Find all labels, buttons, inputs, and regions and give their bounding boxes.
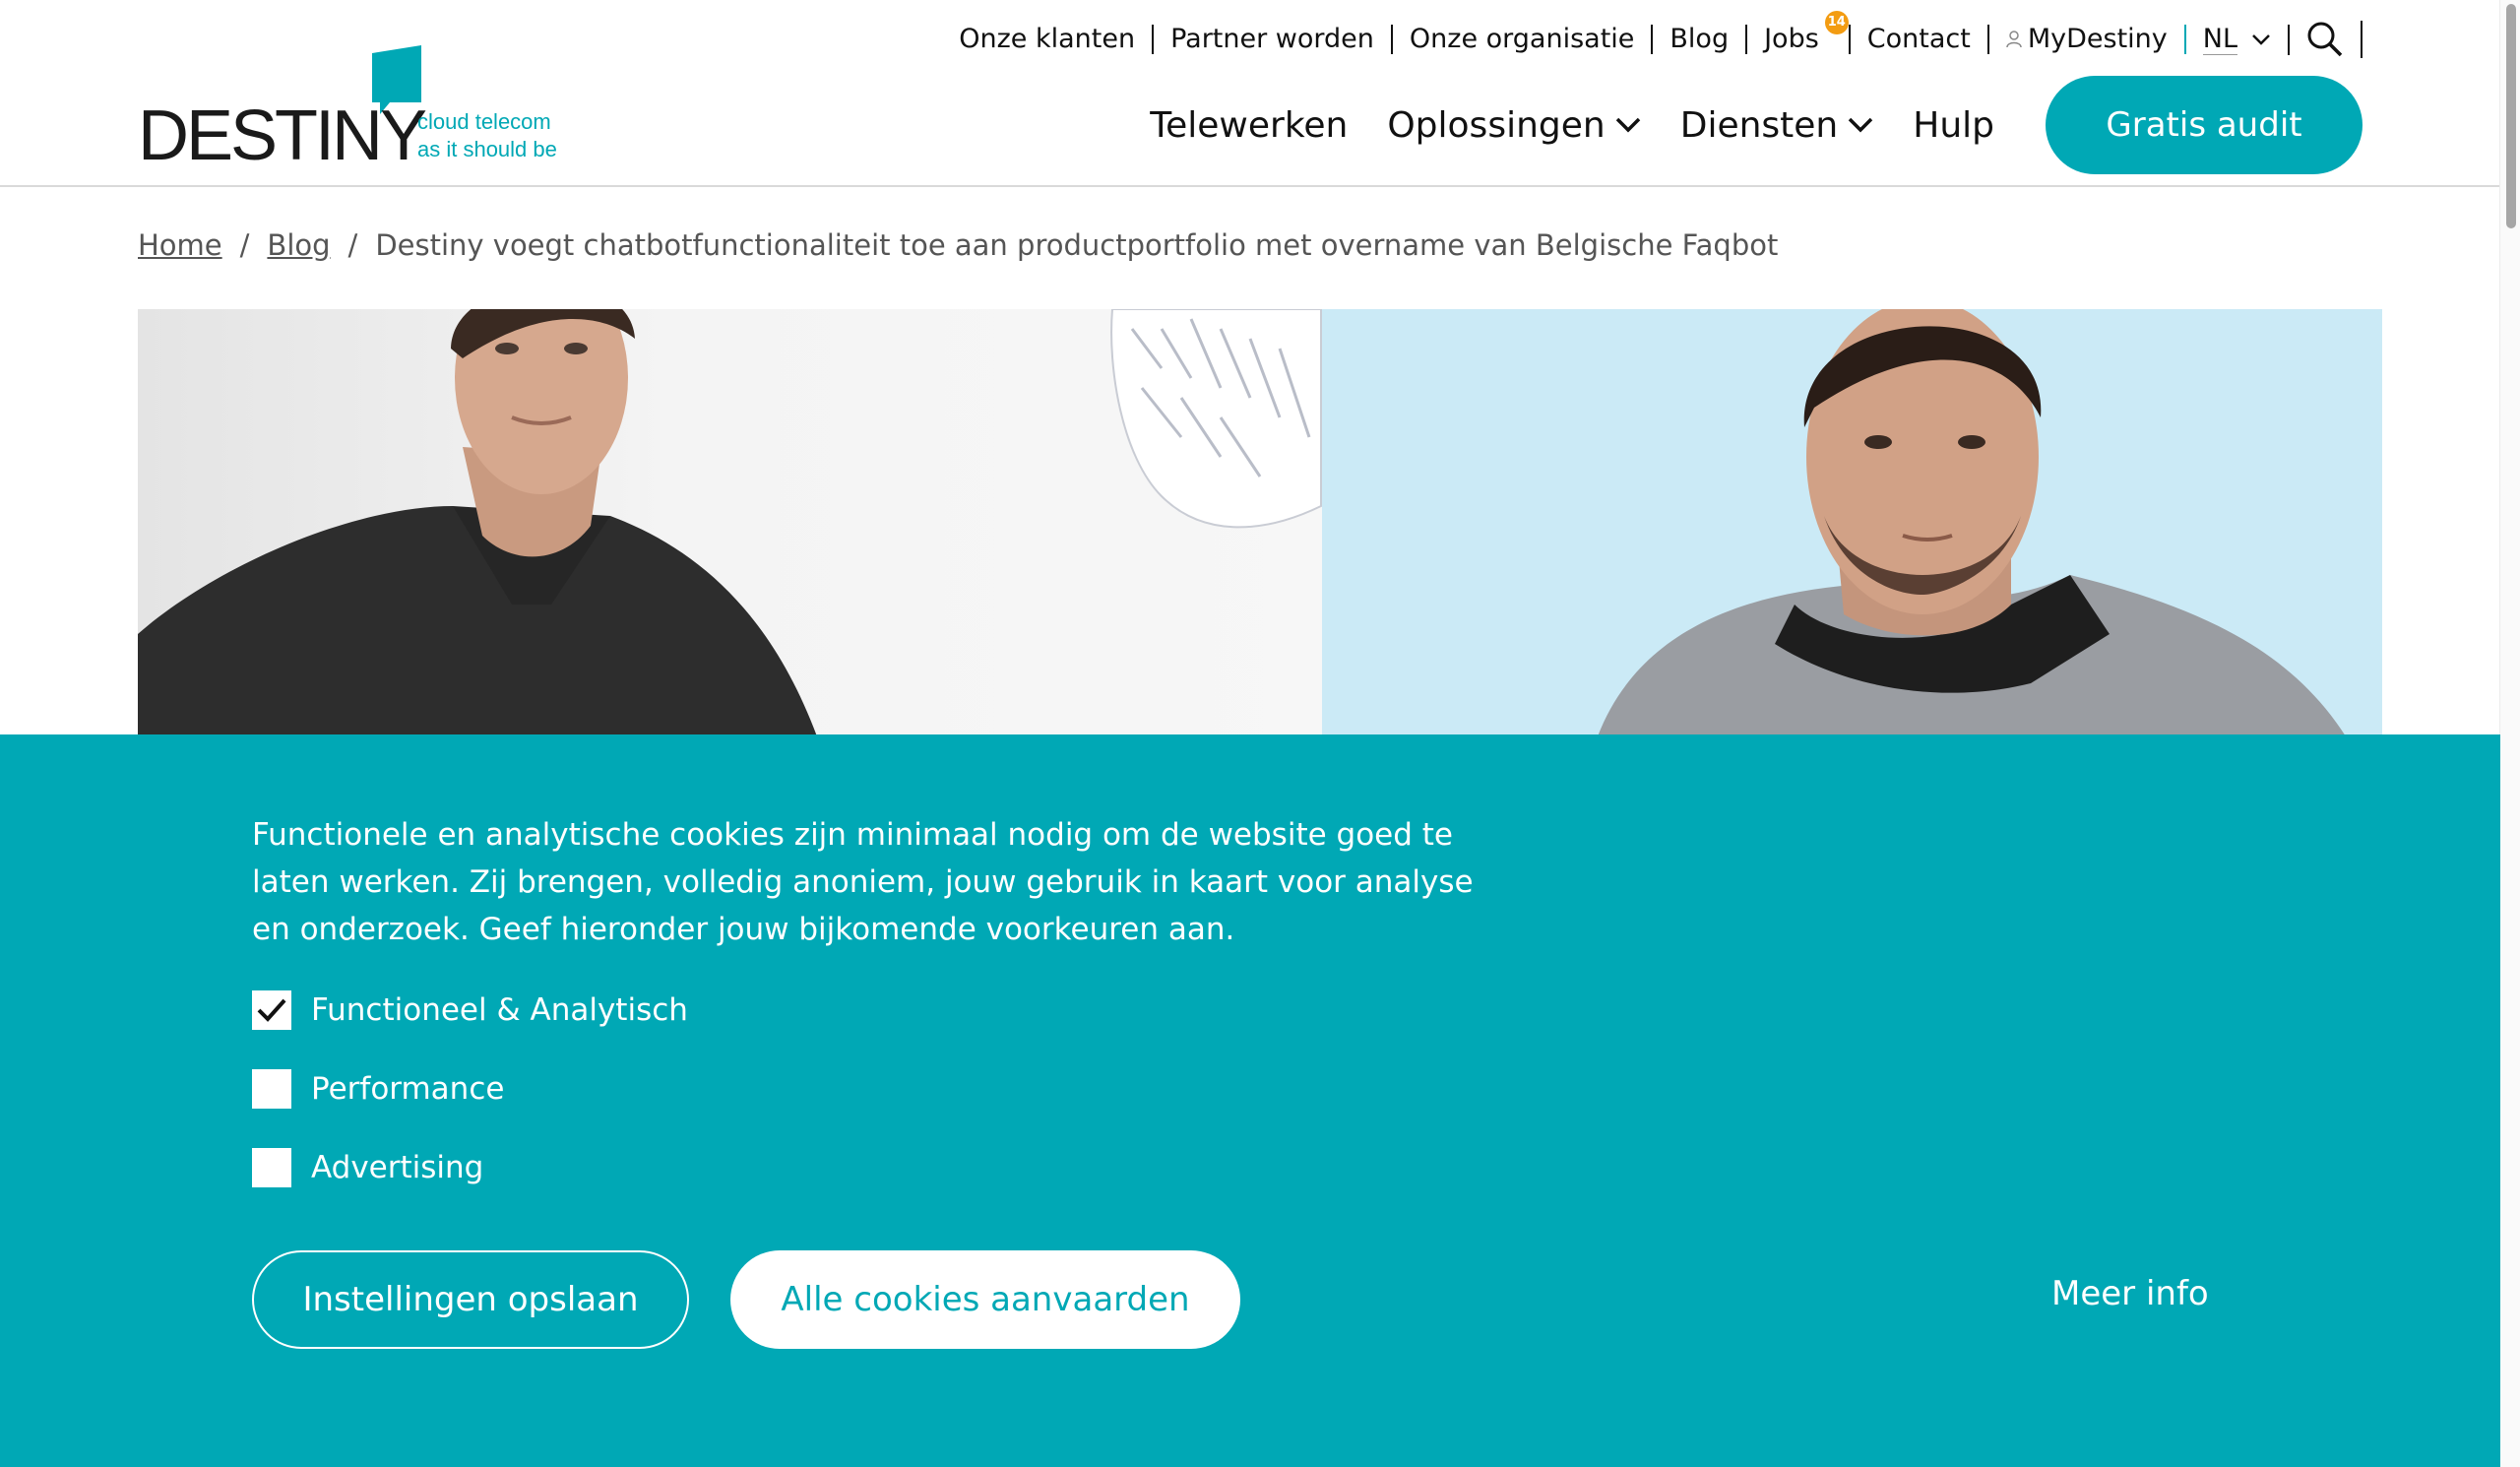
breadcrumb-separator: / <box>239 228 250 262</box>
cookie-consent-banner: Functionele en analytische cookies zijn … <box>0 734 2500 1467</box>
breadcrumb-blog[interactable]: Blog <box>267 228 330 262</box>
jobs-count-badge: 14 <box>1824 11 1849 34</box>
search-icon <box>2307 22 2343 57</box>
hero-photo-right <box>1322 309 2382 736</box>
topnav-jobs[interactable]: Jobs 14 <box>1747 11 1851 54</box>
search-button[interactable] <box>2290 21 2362 58</box>
language-selector[interactable]: NL <box>2186 23 2290 55</box>
topnav-jobs-label: Jobs <box>1764 24 1819 54</box>
user-icon <box>2006 31 2022 48</box>
cookie-option-label: Advertising <box>311 1150 484 1185</box>
checkbox-advertising[interactable] <box>252 1148 291 1187</box>
mainnav-oplossingen[interactable]: Oplossingen <box>1387 105 1640 146</box>
topnav-contact[interactable]: Contact <box>1851 25 1989 54</box>
chevron-down-icon <box>2252 34 2270 45</box>
hero-photo-left <box>138 309 1322 736</box>
topnav-onze-organisatie[interactable]: Onze organisatie <box>1393 25 1654 54</box>
topnav-mydestiny[interactable]: MyDestiny <box>1989 25 2186 54</box>
logo-tagline: cloud telecom as it should be <box>417 108 557 163</box>
accept-all-cookies-button[interactable]: Alle cookies aanvaarden <box>730 1250 1240 1349</box>
language-value: NL <box>2202 23 2237 55</box>
breadcrumb-home[interactable]: Home <box>138 228 222 262</box>
top-navigation: Onze klanten Partner worden Onze organis… <box>942 11 2362 61</box>
site-header: DESTINY cloud telecom as it should be On… <box>0 0 2500 187</box>
breadcrumb-separator: / <box>347 228 358 262</box>
logo-wordmark: DESTINY <box>138 96 427 175</box>
cookie-option-advertising[interactable]: Advertising <box>252 1148 483 1187</box>
breadcrumb: Home / Blog / Destiny voegt chatbotfunct… <box>138 228 1778 262</box>
cookie-option-performance[interactable]: Performance <box>252 1069 504 1109</box>
mainnav-telewerken[interactable]: Telewerken <box>1150 105 1348 146</box>
mainnav-diensten[interactable]: Diensten <box>1680 105 1874 146</box>
cookie-option-label: Performance <box>311 1071 505 1107</box>
logo-tagline-line-1: cloud telecom <box>417 109 551 134</box>
topnav-onze-klanten[interactable]: Onze klanten <box>942 25 1155 54</box>
destiny-logo[interactable]: DESTINY cloud telecom as it should be <box>138 45 557 171</box>
article-hero-image <box>138 309 2382 736</box>
cookie-option-functioneel[interactable]: Functioneel & Analytisch <box>252 990 688 1030</box>
more-info-link[interactable]: Meer info <box>2051 1274 2209 1313</box>
topnav-partner-worden[interactable]: Partner worden <box>1154 25 1393 54</box>
checkmark-icon <box>257 998 286 1022</box>
chevron-down-icon <box>1615 117 1640 133</box>
topnav-blog[interactable]: Blog <box>1653 25 1748 54</box>
main-navigation: Telewerken Oplossingen Diensten Hulp Gra… <box>1150 75 2362 175</box>
portrait-left-illustration <box>138 309 1322 736</box>
cookie-option-label: Functioneel & Analytisch <box>311 992 688 1028</box>
checkbox-performance[interactable] <box>252 1069 291 1109</box>
page-scrollbar[interactable] <box>2499 0 2520 1467</box>
chevron-down-icon <box>1849 117 1873 133</box>
gratis-audit-button[interactable]: Gratis audit <box>2046 76 2362 174</box>
scrollbar-thumb[interactable] <box>2506 4 2516 228</box>
mydestiny-label: MyDestiny <box>2027 24 2168 54</box>
breadcrumb-current: Destiny voegt chatbotfunctionaliteit toe… <box>375 228 1779 262</box>
logo-tagline-line-2: as it should be <box>417 137 557 161</box>
portrait-right-illustration <box>1598 309 2346 736</box>
cookie-description: Functionele en analytische cookies zijn … <box>252 817 1474 947</box>
mainnav-hulp[interactable]: Hulp <box>1913 105 1994 146</box>
mainnav-diensten-label: Diensten <box>1679 104 1839 146</box>
checkbox-functioneel[interactable] <box>252 990 291 1030</box>
save-settings-button[interactable]: Instellingen opslaan <box>252 1250 689 1349</box>
mainnav-oplossingen-label: Oplossingen <box>1387 104 1606 146</box>
